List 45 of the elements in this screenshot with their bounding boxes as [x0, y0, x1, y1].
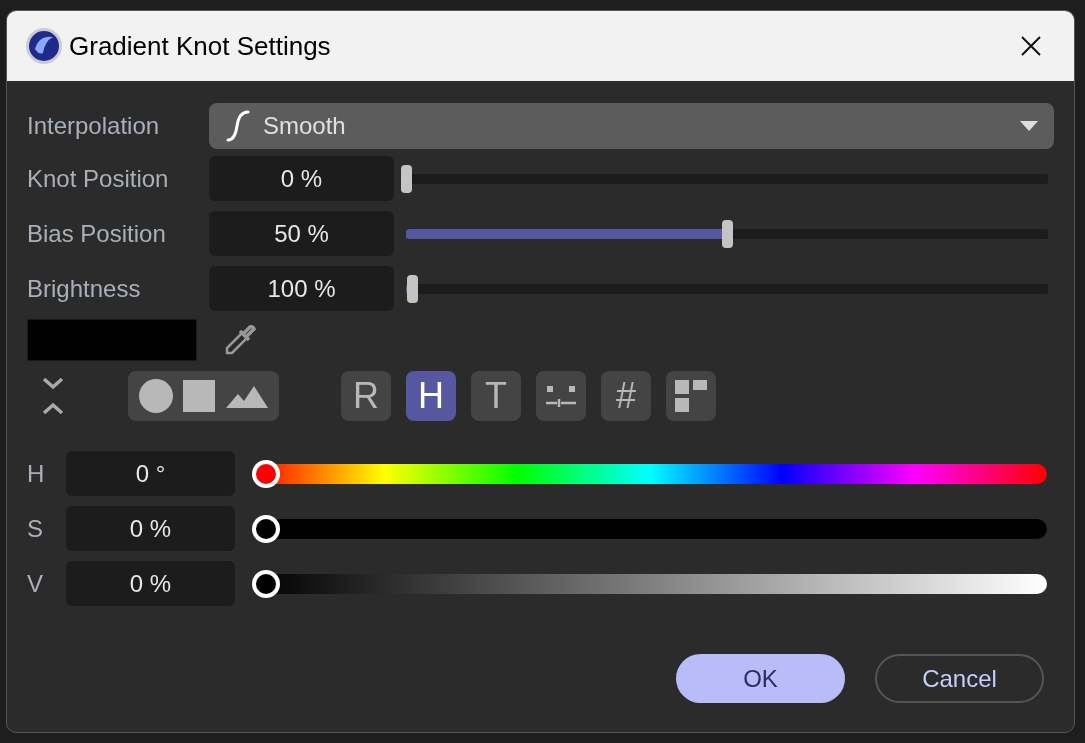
value-field[interactable]: 0 % — [66, 506, 235, 551]
color-swatch[interactable] — [27, 319, 197, 361]
cancel-button[interactable]: Cancel — [875, 654, 1044, 703]
value-field[interactable]: 0 ° — [66, 451, 235, 496]
channel-label: H — [27, 458, 46, 489]
mode-button[interactable]: H — [406, 371, 456, 421]
interpolation-dropdown[interactable]: Smooth — [209, 103, 1054, 149]
mountain-icon[interactable] — [225, 384, 268, 408]
curve-icon — [225, 109, 251, 143]
slider-thumb[interactable] — [407, 274, 419, 303]
field-label: Knot Position — [27, 163, 170, 194]
mode-button[interactable]: # — [601, 371, 651, 421]
swatches-mode-button[interactable] — [666, 371, 716, 421]
slider-thumb[interactable] — [722, 219, 733, 248]
mode-button[interactable]: R — [341, 371, 391, 421]
app-logo-icon — [25, 27, 63, 65]
eyedropper-icon[interactable] — [223, 323, 257, 357]
channel-label: V — [27, 568, 44, 599]
ok-button[interactable]: OK — [676, 654, 845, 703]
slider-knob[interactable] — [252, 514, 280, 543]
close-icon[interactable] — [1020, 35, 1042, 57]
value-field[interactable]: 0 % — [209, 156, 394, 201]
color-slider[interactable] — [252, 569, 1047, 598]
color-slider[interactable] — [252, 459, 1047, 488]
value-field[interactable]: 0 % — [66, 561, 235, 606]
mixer-icon — [544, 384, 578, 408]
field-label: Brightness — [27, 273, 142, 304]
field-label: Bias Position — [27, 218, 167, 249]
dropdown-arrow-icon — [1020, 121, 1038, 131]
collapse-expand-icon[interactable] — [42, 376, 64, 416]
square-icon[interactable] — [183, 380, 216, 412]
field-label: Interpolation — [27, 111, 161, 141]
value-field[interactable]: 100 % — [209, 266, 394, 311]
value-field[interactable]: 50 % — [209, 211, 394, 256]
slider-knob[interactable] — [252, 459, 280, 488]
mixer-mode-button[interactable] — [536, 371, 586, 421]
channel-label: S — [27, 513, 44, 544]
color-slider[interactable] — [252, 514, 1047, 543]
shape-selector[interactable] — [128, 371, 279, 421]
window-title: Gradient Knot Settings — [69, 29, 331, 63]
grid-squares-icon — [675, 380, 707, 412]
circle-icon[interactable] — [139, 379, 174, 413]
mode-button[interactable]: T — [471, 371, 521, 421]
slider-knob[interactable] — [252, 569, 280, 598]
slider-thumb[interactable] — [401, 164, 412, 193]
